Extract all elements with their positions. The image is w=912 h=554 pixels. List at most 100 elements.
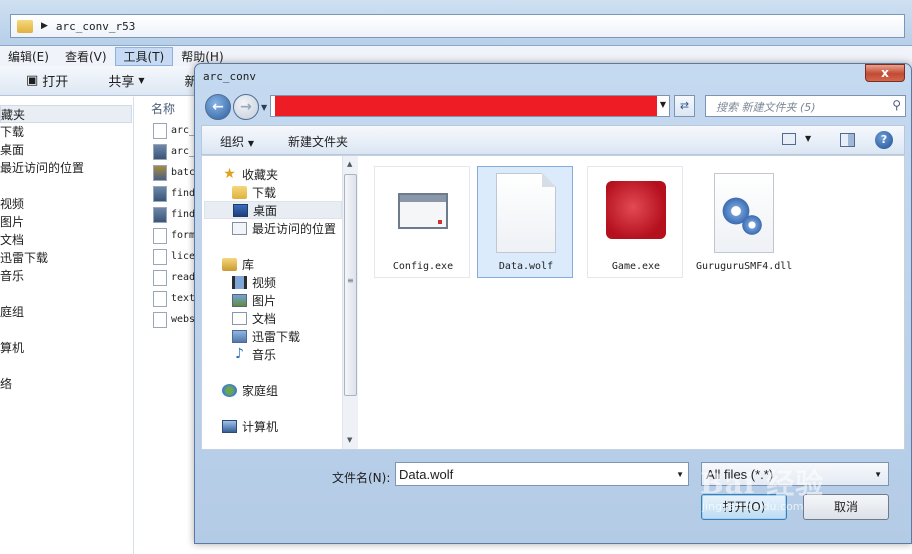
library-icon <box>222 257 237 271</box>
help-icon[interactable]: ? <box>875 131 893 149</box>
file-tile-selected[interactable]: Data.wolf <box>477 166 573 278</box>
open-toolbar-button[interactable]: ▣ 打开 <box>12 71 82 90</box>
nav-item-thunder-downloads[interactable]: 迅雷下载 <box>232 327 300 345</box>
file-tile[interactable]: Config.exe <box>374 166 470 278</box>
video-icon <box>232 275 247 289</box>
dialog-title: arc_conv <box>203 70 256 83</box>
chevron-down-icon[interactable]: ▼ <box>676 470 684 479</box>
background-nav-item[interactable]: 庭组 <box>0 303 133 321</box>
nav-item-videos[interactable]: 视频 <box>232 273 276 291</box>
search-input[interactable]: 搜索 新建文件夹 (5) ⚲ <box>705 95 906 117</box>
menu-help[interactable]: 帮助(H) <box>173 48 231 65</box>
list-item[interactable]: arc_ <box>153 141 200 162</box>
nav-item-libraries[interactable]: 库 <box>222 255 254 273</box>
organize-button[interactable]: 组织 ▼ <box>220 133 254 150</box>
recent-places-icon <box>232 221 247 235</box>
new-folder-button[interactable]: 新建文件夹 <box>288 133 348 150</box>
background-nav-item[interactable]: 迅雷下载 <box>0 249 133 267</box>
scroll-up-icon[interactable]: ▲ <box>347 160 352 168</box>
file-icon <box>153 248 167 265</box>
open-file-dialog: arc_conv x ← → ▼ ▼ ⇄ 搜索 新建文件夹 (5) ⚲ 组织 ▼… <box>194 63 912 544</box>
nav-item-favorites[interactable]: ★ 收藏夹 <box>222 165 278 183</box>
nav-item-computer[interactable]: 计算机 <box>222 417 278 435</box>
background-nav-item[interactable]: 视频 <box>0 195 133 213</box>
list-item-label: arc_ <box>171 146 196 157</box>
background-address-bar[interactable]: ▶ arc_conv_r53 <box>10 14 905 38</box>
file-icon <box>153 227 167 244</box>
background-nav-item[interactable]: 文档 <box>0 231 133 249</box>
refresh-button[interactable]: ⇄ <box>674 95 695 117</box>
navigation-pane: ★ 收藏夹 下载 桌面 最近访问的位置 库 视频 图片 文档 迅雷下载 ♪ 音乐 家… <box>202 156 358 449</box>
menu-view[interactable]: 查看(V) <box>57 48 115 65</box>
nav-item-pictures[interactable]: 图片 <box>232 291 276 309</box>
back-button[interactable]: ← <box>205 94 231 120</box>
nav-item-label: 视频 <box>252 275 277 290</box>
forward-button[interactable]: → <box>233 94 259 120</box>
share-toolbar-label: 共享 <box>108 75 135 90</box>
nav-item-label: 家庭组 <box>242 383 279 398</box>
nav-item-label: 迅雷下载 <box>252 329 301 344</box>
scroll-down-icon[interactable]: ▼ <box>347 436 352 444</box>
list-item[interactable]: batc <box>153 162 200 183</box>
nav-item-documents[interactable]: 文档 <box>232 309 276 327</box>
list-item-label: text <box>171 293 196 304</box>
close-button[interactable]: x <box>865 64 905 82</box>
thunder-download-icon <box>232 329 247 343</box>
background-nav-item[interactable]: 藏夹 <box>0 105 132 123</box>
address-bar[interactable]: ▼ <box>270 95 670 117</box>
background-nav-item[interactable]: 桌面 <box>0 141 133 159</box>
star-icon: ★ <box>223 165 236 182</box>
list-item[interactable]: lice <box>153 246 200 267</box>
background-nav-item[interactable]: 络 <box>0 375 133 393</box>
menu-tools[interactable]: 工具(T) <box>114 46 174 66</box>
list-item[interactable]: arc_ <box>153 120 200 141</box>
list-item[interactable]: read <box>153 267 200 288</box>
nav-item-homegroup[interactable]: 家庭组 <box>222 381 278 399</box>
folder-icon <box>17 19 33 33</box>
chevron-down-icon[interactable]: ▼ <box>660 100 666 109</box>
background-nav-item[interactable]: 音乐 <box>0 267 133 285</box>
name-column-header[interactable]: 名称 <box>151 100 200 120</box>
file-tile[interactable]: Game.exe <box>587 166 683 278</box>
chevron-down-icon[interactable]: ▼ <box>805 134 811 143</box>
download-folder-icon <box>232 185 247 199</box>
background-nav-item[interactable]: 图片 <box>0 213 133 231</box>
file-name: Data.wolf <box>498 261 554 272</box>
file-icon <box>153 311 167 328</box>
menu-edit[interactable]: 编辑(E) <box>0 48 57 65</box>
nav-item-downloads[interactable]: 下载 <box>232 183 276 201</box>
filename-value: Data.wolf <box>399 467 454 482</box>
batch-icon <box>153 164 167 181</box>
share-toolbar-button[interactable]: 共享 ▼ <box>94 71 158 90</box>
filename-field[interactable]: Data.wolf ▼ <box>395 462 689 486</box>
background-nav-item[interactable]: 下载 <box>0 123 133 141</box>
nav-item-music[interactable]: ♪ 音乐 <box>232 345 276 363</box>
nav-item-recent[interactable]: 最近访问的位置 <box>232 219 336 237</box>
list-item[interactable]: text <box>153 288 200 309</box>
file-name: Game.exe <box>611 261 661 272</box>
open-button[interactable]: 打开(O) <box>701 494 787 520</box>
file-type-select[interactable]: All files (*.*) ▼ <box>701 462 889 486</box>
background-nav-item[interactable]: 最近访问的位置 <box>0 159 133 177</box>
nav-scrollbar[interactable]: ▲ ≡ ▼ <box>342 156 358 449</box>
arrow-left-icon: ← <box>212 99 224 115</box>
list-item[interactable]: find <box>153 183 200 204</box>
view-options-icon[interactable] <box>782 133 796 145</box>
scrollbar-thumb[interactable] <box>344 174 357 396</box>
file-type-value: All files (*.*) <box>706 467 774 482</box>
list-item-label: find <box>171 188 196 199</box>
list-item[interactable]: form <box>153 225 200 246</box>
search-placeholder: 搜索 新建文件夹 (5) <box>716 101 816 114</box>
app-icon <box>153 143 167 160</box>
nav-item-desktop[interactable]: 桌面 <box>204 201 342 219</box>
list-item-label: form <box>171 230 196 241</box>
file-tile[interactable]: GuruguruSMF4.dll <box>695 166 792 278</box>
list-item[interactable]: webs <box>153 309 200 330</box>
file-icon <box>153 269 167 286</box>
list-item-label: arc_ <box>171 125 196 136</box>
list-item[interactable]: find <box>153 204 200 225</box>
preview-pane-icon[interactable] <box>840 133 855 147</box>
background-nav-item[interactable]: 算机 <box>0 339 133 357</box>
recent-locations-dropdown[interactable]: ▼ <box>261 103 267 112</box>
cancel-button[interactable]: 取消 <box>803 494 889 520</box>
